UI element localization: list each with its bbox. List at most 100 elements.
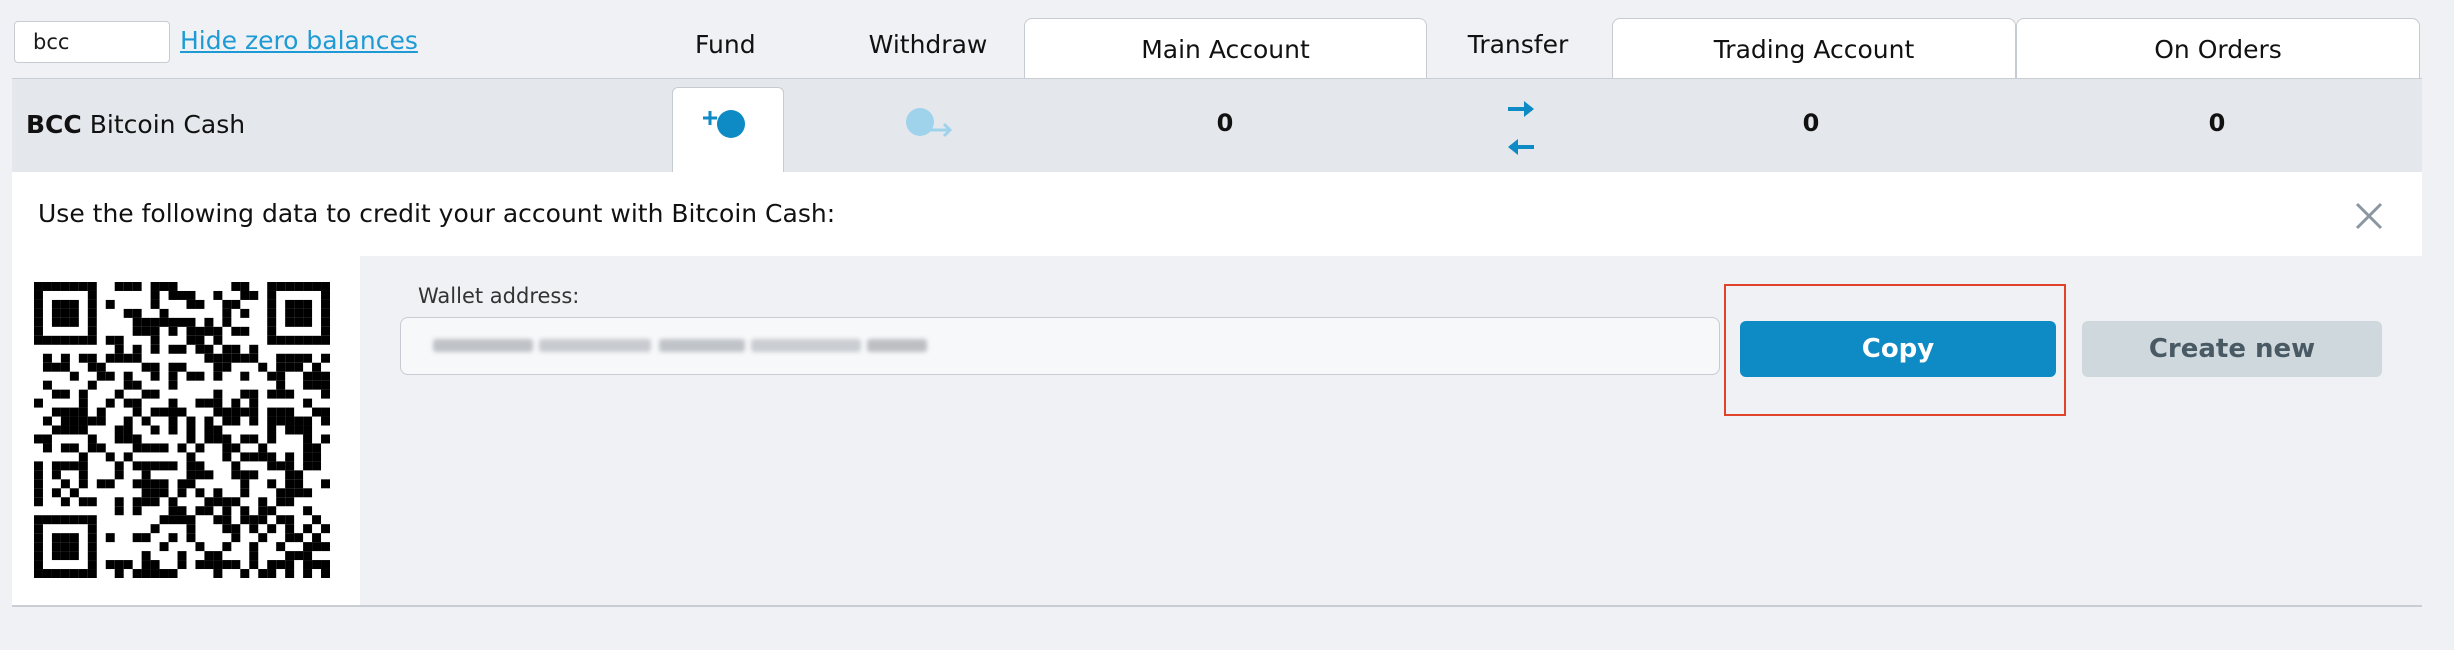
qr-module: [34, 290, 43, 300]
qr-module: [294, 308, 304, 318]
trading-account-tab[interactable]: Trading Account: [1612, 18, 2016, 79]
qr-module: [141, 389, 151, 399]
qr-module: [69, 488, 79, 498]
qr-module: [213, 551, 223, 561]
qr-module: [195, 335, 205, 345]
qr-module: [168, 533, 178, 543]
transfer-column-header: Transfer: [1467, 30, 1569, 59]
hide-zero-balances-link[interactable]: Hide zero balances: [180, 26, 418, 55]
qr-module: [150, 371, 160, 381]
currency-search-input[interactable]: [14, 21, 170, 63]
qr-module: [267, 434, 277, 444]
qr-module: [285, 515, 295, 525]
qr-module: [285, 407, 295, 417]
copy-button[interactable]: Copy: [1740, 321, 2056, 377]
qr-module: [195, 506, 205, 516]
qr-module: [34, 326, 43, 336]
qr-module: [267, 371, 277, 381]
qr-module: [177, 290, 187, 300]
main-account-tab[interactable]: Main Account: [1024, 18, 1427, 79]
qr-module: [186, 371, 196, 381]
qr-module: [51, 299, 61, 309]
qr-module: [321, 308, 330, 318]
qr-module: [51, 317, 61, 327]
qr-module: [78, 569, 88, 578]
qr-module: [249, 470, 259, 480]
qr-module: [222, 407, 232, 417]
qr-module: [186, 515, 196, 525]
currency-row-bcc[interactable]: BCC Bitcoin Cash 0 0 0: [12, 79, 2422, 173]
qr-module: [312, 533, 322, 543]
qr-module: [195, 344, 205, 354]
qr-module: [285, 524, 295, 534]
qr-module: [42, 353, 52, 363]
qr-module: [51, 335, 61, 345]
qr-module: [159, 515, 169, 525]
qr-module: [231, 407, 241, 417]
qr-module: [186, 524, 196, 534]
qr-module: [204, 416, 214, 426]
qr-module: [267, 452, 277, 462]
qr-module: [321, 569, 330, 578]
qr-module: [285, 335, 295, 345]
qr-module: [60, 443, 70, 453]
qr-module: [177, 407, 187, 417]
qr-module: [114, 335, 124, 345]
qr-module: [294, 299, 304, 309]
qr-module: [303, 443, 313, 453]
qr-module: [69, 443, 79, 453]
qr-module: [168, 425, 178, 435]
qr-module: [276, 560, 286, 570]
qr-module: [123, 416, 133, 426]
qr-module: [34, 470, 43, 480]
qr-module: [267, 308, 277, 318]
qr-module: [168, 362, 178, 372]
qr-module: [249, 353, 259, 363]
qr-module: [150, 479, 160, 489]
qr-module: [285, 389, 295, 399]
qr-module: [69, 317, 79, 327]
trading-account-balance: 0: [1802, 109, 1820, 137]
qr-module: [168, 344, 178, 354]
wallet-address-field[interactable]: [400, 317, 1720, 375]
coin-arrow-out-icon[interactable]: [902, 104, 958, 142]
qr-module: [312, 407, 322, 417]
wallet-area: Wallet address: Copy Create new: [360, 256, 2422, 605]
qr-module: [186, 326, 196, 336]
create-new-button[interactable]: Create new: [2082, 321, 2382, 377]
qr-module: [195, 461, 205, 471]
qr-module: [240, 515, 250, 525]
qr-module: [222, 299, 232, 309]
qr-module: [132, 380, 142, 390]
qr-module: [60, 461, 70, 471]
qr-module: [114, 434, 124, 444]
qr-module: [132, 407, 142, 417]
qr-module: [150, 524, 160, 534]
close-icon[interactable]: [2349, 196, 2389, 236]
qr-module: [231, 470, 241, 480]
on-orders-tab[interactable]: On Orders: [2016, 18, 2420, 79]
qr-module: [96, 362, 106, 372]
qr-module: [34, 479, 43, 489]
qr-module: [267, 425, 277, 435]
qr-module: [69, 515, 79, 525]
qr-module: [60, 389, 70, 399]
qr-module: [303, 398, 313, 408]
qr-module: [213, 515, 223, 525]
qr-module: [96, 407, 106, 417]
fund-button[interactable]: [672, 87, 784, 173]
qr-module: [78, 452, 88, 462]
qr-module: [132, 344, 142, 354]
qr-module: [51, 551, 61, 561]
double-arrow-icon[interactable]: [1500, 89, 1542, 164]
qr-module: [123, 353, 133, 363]
qr-module: [258, 443, 268, 453]
qr-module: [42, 569, 52, 578]
qr-module: [123, 560, 133, 570]
qr-module: [240, 452, 250, 462]
qr-module: [294, 470, 304, 480]
qr-module: [321, 335, 330, 345]
qr-module: [105, 335, 115, 345]
qr-module: [60, 335, 70, 345]
qr-module: [231, 344, 241, 354]
